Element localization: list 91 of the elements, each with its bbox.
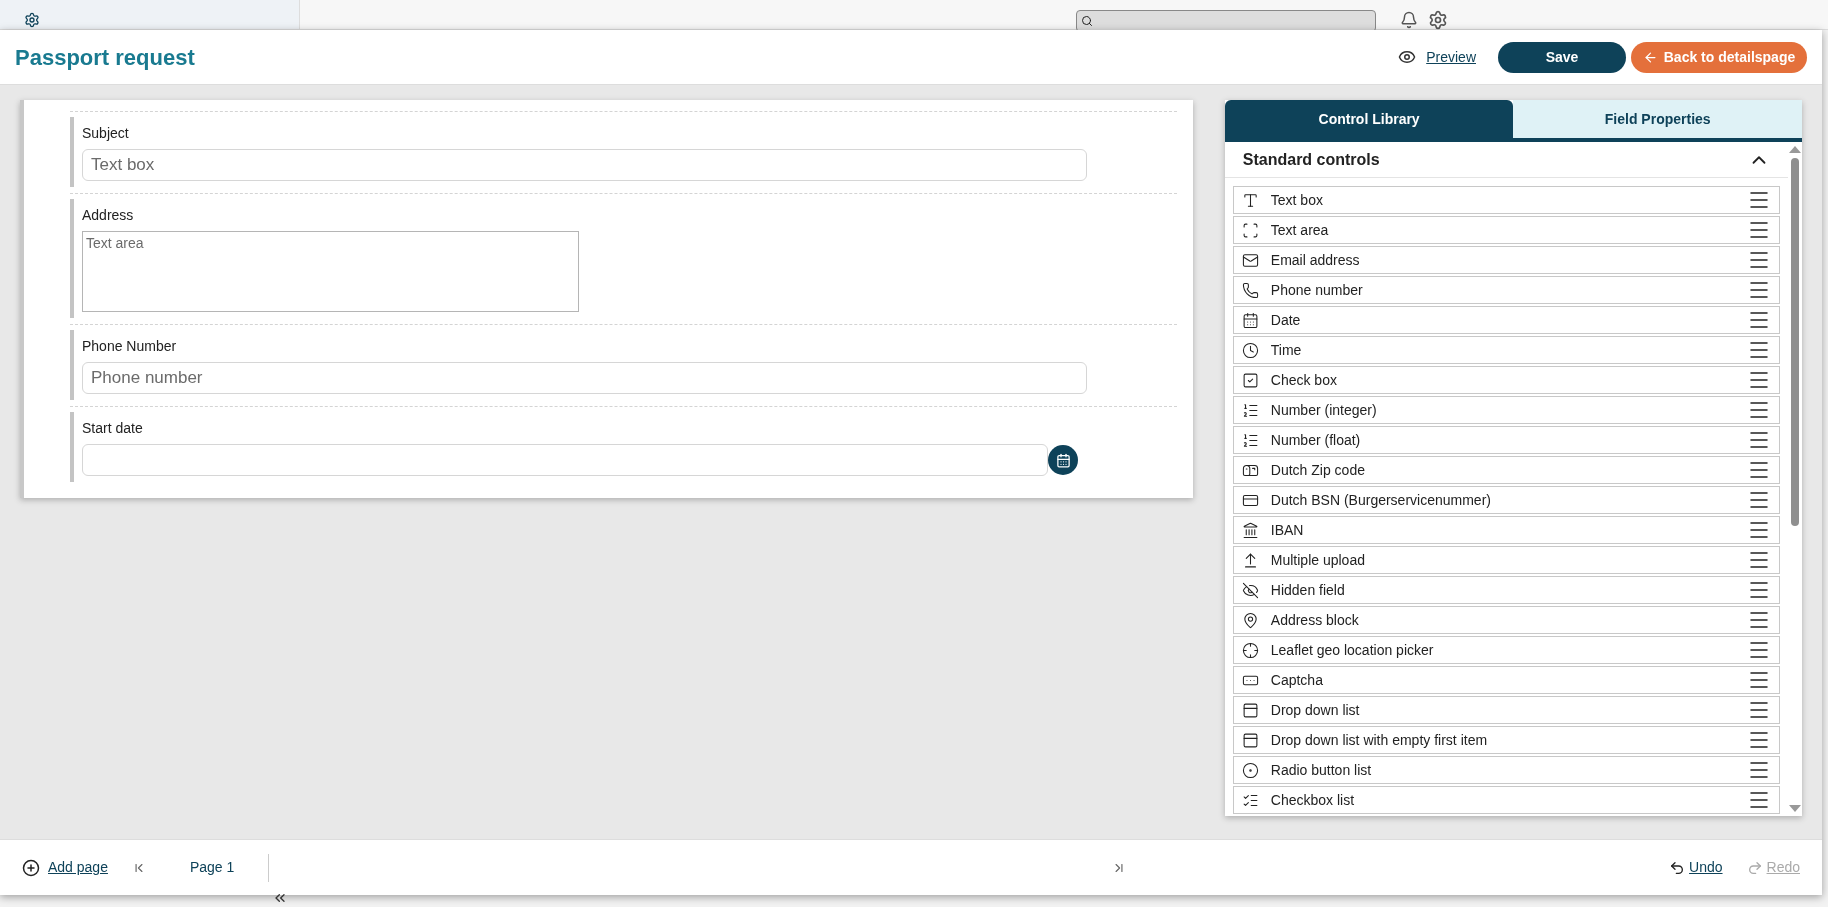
add-icon — [22, 858, 40, 877]
control-item[interactable]: Dutch BSN (Burgerservicenummer) — [1232, 486, 1780, 514]
control-item[interactable]: Dutch Zip code — [1232, 456, 1780, 484]
control-label: Multiple upload — [1270, 550, 1366, 570]
section-title: Standard controls — [1242, 149, 1380, 170]
control-label: Date — [1270, 310, 1302, 330]
control-label: Dutch BSN (Burgerservicenummer) — [1270, 490, 1492, 510]
field-block[interactable]: Subject Text box — [70, 117, 1177, 187]
control-label: Check box — [1270, 370, 1338, 390]
settings-icon[interactable] — [1428, 9, 1448, 30]
control-label: Leaflet geo location picker — [1270, 640, 1435, 660]
map-pin-icon — [1241, 611, 1259, 629]
control-item[interactable]: Date — [1232, 306, 1780, 334]
field-block[interactable]: Phone Number Phone number — [70, 330, 1177, 400]
calendar-button[interactable] — [1048, 445, 1078, 475]
redo-icon — [1746, 859, 1763, 876]
eye-off-icon — [1241, 581, 1259, 599]
preview-link[interactable]: Preview — [1426, 46, 1476, 68]
control-item[interactable]: Leaflet geo location picker — [1232, 636, 1780, 664]
field-label: Phone Number — [82, 337, 178, 356]
control-label: Time — [1270, 340, 1303, 360]
control-item[interactable]: Checkbox list — [1232, 786, 1780, 814]
control-item[interactable]: Time — [1232, 336, 1780, 364]
control-label: Checkbox list — [1270, 790, 1356, 810]
page-title: Passport request — [15, 43, 195, 72]
field-label: Address — [82, 206, 135, 225]
phone-icon — [1241, 281, 1259, 299]
control-label: Captcha — [1270, 670, 1324, 690]
control-item[interactable]: Radio button list — [1232, 756, 1780, 784]
control-item[interactable]: Address block — [1232, 606, 1780, 634]
add-page-link[interactable]: Add page — [48, 857, 108, 878]
control-item[interactable]: Drop down list with empty first item — [1232, 726, 1780, 754]
undo-icon — [1669, 859, 1686, 876]
panel-tab[interactable]: Field Properties — [1513, 100, 1802, 138]
control-label: Drop down list — [1270, 700, 1361, 720]
control-label: Text box — [1270, 190, 1324, 210]
control-label: IBAN — [1270, 520, 1305, 540]
control-item[interactable]: Number (integer) — [1232, 396, 1780, 424]
control-item[interactable]: Multiple upload — [1232, 546, 1780, 574]
crosshair-icon — [1241, 641, 1259, 659]
control-label: Number (integer) — [1270, 400, 1378, 420]
control-item[interactable]: Email address — [1232, 246, 1780, 274]
control-item[interactable]: Text box — [1232, 186, 1780, 214]
dropdown-icon — [1241, 701, 1259, 719]
control-label: Phone number — [1270, 280, 1364, 300]
date-input[interactable] — [82, 444, 1048, 476]
eye-icon — [1398, 48, 1417, 66]
control-label: Hidden field — [1270, 580, 1346, 600]
text-frame-icon — [1241, 221, 1259, 239]
control-label: Drop down list with empty first item — [1270, 730, 1489, 750]
field-block[interactable]: Start date — [70, 412, 1177, 482]
control-item[interactable]: IBAN — [1232, 516, 1780, 544]
control-label: Address block — [1270, 610, 1360, 630]
panel-tab[interactable]: Control Library — [1224, 100, 1514, 138]
calendar-icon — [1055, 452, 1071, 468]
save-button[interactable]: Save — [1498, 41, 1626, 73]
field-label: Subject — [82, 124, 130, 143]
text-input[interactable]: Phone number — [82, 362, 1087, 394]
section-header[interactable]: Standard controls — [1224, 142, 1788, 178]
control-item[interactable]: Text area — [1232, 216, 1780, 244]
calendar-icon — [1241, 311, 1259, 329]
control-label: Dutch Zip code — [1270, 460, 1366, 480]
dropdown-icon — [1241, 731, 1259, 749]
text-input[interactable]: Text box — [82, 149, 1087, 181]
control-item[interactable]: Phone number — [1232, 276, 1780, 304]
radio-icon — [1241, 761, 1259, 779]
control-item[interactable]: Hidden field — [1232, 576, 1780, 604]
control-item[interactable]: Check box — [1232, 366, 1780, 394]
control-item[interactable]: Captcha — [1232, 666, 1780, 694]
control-label: Email address — [1270, 250, 1361, 270]
page-label[interactable]: Page 1 — [189, 857, 235, 878]
bank-icon — [1241, 521, 1259, 539]
envelope-icon — [1241, 251, 1259, 269]
control-label: Text area — [1270, 220, 1330, 240]
undo-link[interactable]: Undo — [1689, 857, 1723, 878]
control-item[interactable]: Drop down list — [1232, 696, 1780, 724]
numbered-list-icon — [1241, 401, 1259, 419]
search-field[interactable] — [1076, 9, 1376, 32]
control-item[interactable]: Number (float) — [1232, 426, 1780, 454]
control-label: Radio button list — [1270, 760, 1373, 780]
text-area[interactable]: Text area — [82, 231, 579, 312]
gear-icon — [24, 11, 40, 28]
numbered-list-icon — [1241, 431, 1259, 449]
bell-icon[interactable] — [1400, 10, 1418, 29]
clock-icon — [1241, 341, 1259, 359]
text-size-icon — [1241, 191, 1259, 209]
search-icon — [1081, 14, 1093, 27]
control-label: Number (float) — [1270, 430, 1362, 450]
field-label: Start date — [82, 419, 144, 438]
field-block[interactable]: Address Text area — [70, 199, 1177, 318]
checkbox-icon — [1241, 371, 1259, 389]
